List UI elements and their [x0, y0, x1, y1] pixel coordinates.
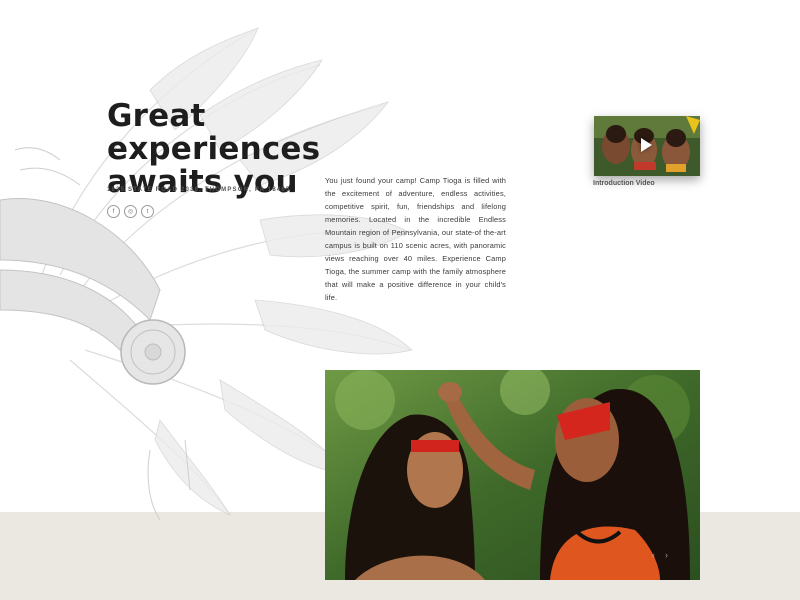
video-label: Introduction Video — [593, 180, 655, 187]
slider-controls: ‹ › — [652, 550, 668, 560]
instagram-icon[interactable]: ◎ — [124, 205, 137, 218]
facebook-icon[interactable]: f — [107, 205, 120, 218]
intro-paragraph: You just found your camp! Camp Tioga is … — [325, 176, 506, 302]
hero-photo-image — [325, 370, 700, 580]
social-links: f ◎ t — [107, 205, 154, 218]
play-icon[interactable] — [641, 138, 652, 152]
chevron-left-icon[interactable]: ‹ — [652, 550, 655, 560]
title-line-1: Great experiences — [107, 98, 321, 167]
twitter-icon[interactable]: t — [141, 205, 154, 218]
chevron-right-icon[interactable]: › — [665, 550, 668, 560]
intro-video-thumbnail[interactable] — [594, 116, 700, 176]
hero-photo — [325, 370, 700, 580]
address-text: 1635 State Road 2036, Thompson, PA 18465 — [107, 187, 291, 193]
